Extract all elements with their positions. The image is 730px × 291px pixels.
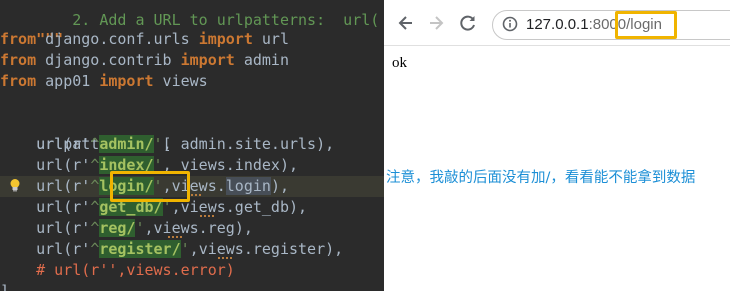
warning-squiggle [218, 256, 232, 259]
separator: , [144, 219, 154, 237]
quote: ' [135, 219, 145, 237]
browser-window: 127.0.0.1:8000/login ok 注意，我敲的后面没有加/，看看能… [384, 0, 730, 291]
view-name: views.get_db [180, 198, 289, 216]
line-end: ), [316, 135, 335, 153]
separator: , [189, 240, 199, 258]
quote: ' [180, 240, 190, 258]
module-name: app01 [36, 72, 100, 90]
regex-caret: ^ [90, 156, 100, 174]
regex-caret: ^ [90, 198, 100, 216]
url-call: url(r' [36, 177, 91, 195]
line-end: ), [270, 177, 289, 195]
view-name: admin.site.urls [180, 135, 317, 153]
url-call: url(r' [36, 135, 91, 153]
regex-caret: ^ [90, 240, 100, 258]
page-response-text: ok [392, 55, 407, 71]
reload-icon[interactable] [458, 13, 478, 33]
url-host: 127.0.0.1 [526, 16, 589, 33]
url-call: url(r' [36, 156, 91, 174]
lightbulb-icon[interactable] [8, 178, 22, 192]
browser-toolbar: 127.0.0.1:8000/login [384, 0, 730, 46]
url-call: url(r' [36, 219, 91, 237]
line-end: ), [289, 198, 308, 216]
code-line: from django.contrib import admin [0, 50, 384, 71]
url-call: url(r' [36, 240, 91, 258]
annotation-note: 注意，我敲的后面没有加/，看看能不能拿到数据 [386, 170, 696, 186]
code-line: ] [0, 281, 384, 291]
forward-arrow-icon[interactable] [426, 13, 446, 33]
highlight-box-url [615, 11, 677, 39]
code-line: from app01 import views [0, 71, 384, 92]
view-name-highlighted: login [225, 177, 271, 195]
regex-caret: ^ [90, 177, 100, 195]
keyword: from [0, 30, 37, 48]
regex-caret: ^ [90, 219, 100, 237]
route-pattern: register/ [99, 240, 181, 258]
keyword: import [180, 51, 235, 69]
warning-squiggle [168, 235, 182, 238]
view-name: views.index [180, 156, 280, 174]
quote: ' [153, 135, 163, 153]
route-pattern: reg/ [99, 219, 136, 237]
separator: , [162, 135, 181, 153]
keyword: from [0, 51, 37, 69]
import-name: url [252, 30, 289, 48]
closing-bracket: ] [0, 282, 10, 291]
keyword: import [99, 72, 154, 90]
module-name: django.conf.urls [36, 30, 199, 48]
highlight-box-pattern [110, 171, 190, 202]
route-line: url(r'^register/',views.register), [0, 239, 384, 260]
route-line: url(r'^admin/', admin.site.urls), [0, 134, 384, 155]
code-line: urlpatterns = [ [0, 113, 384, 153]
route-line: url(r'^index/', views.index), [0, 155, 384, 176]
route-line: url(r'^reg/',views.reg), [0, 218, 384, 239]
import-name: views [153, 72, 208, 90]
route-pattern: admin/ [99, 135, 154, 153]
keyword: from [0, 72, 37, 90]
info-icon[interactable] [502, 16, 518, 32]
code-line: from django.conf.urls import url [0, 29, 384, 50]
module-name: django.contrib [36, 51, 181, 69]
line-end: ), [325, 240, 344, 258]
regex-caret: ^ [90, 135, 100, 153]
warning-squiggle [200, 214, 214, 217]
keyword: import [198, 30, 253, 48]
code-editor[interactable]: 2. Add a URL to urlpatterns: url( """ fr… [0, 0, 384, 291]
back-arrow-icon[interactable] [396, 13, 416, 33]
code-line: """ [0, 8, 384, 48]
view-name: views.reg [153, 219, 235, 237]
code-line: # url(r'',views.error) [0, 260, 384, 281]
line-end: ), [234, 219, 253, 237]
code-comment: # url(r'',views.error) [36, 261, 235, 279]
line-end: ), [279, 156, 299, 174]
import-name: admin [234, 51, 289, 69]
route-line: url(r'^get_db/',views.get_db), [0, 197, 384, 218]
url-call: url(r' [36, 198, 91, 216]
